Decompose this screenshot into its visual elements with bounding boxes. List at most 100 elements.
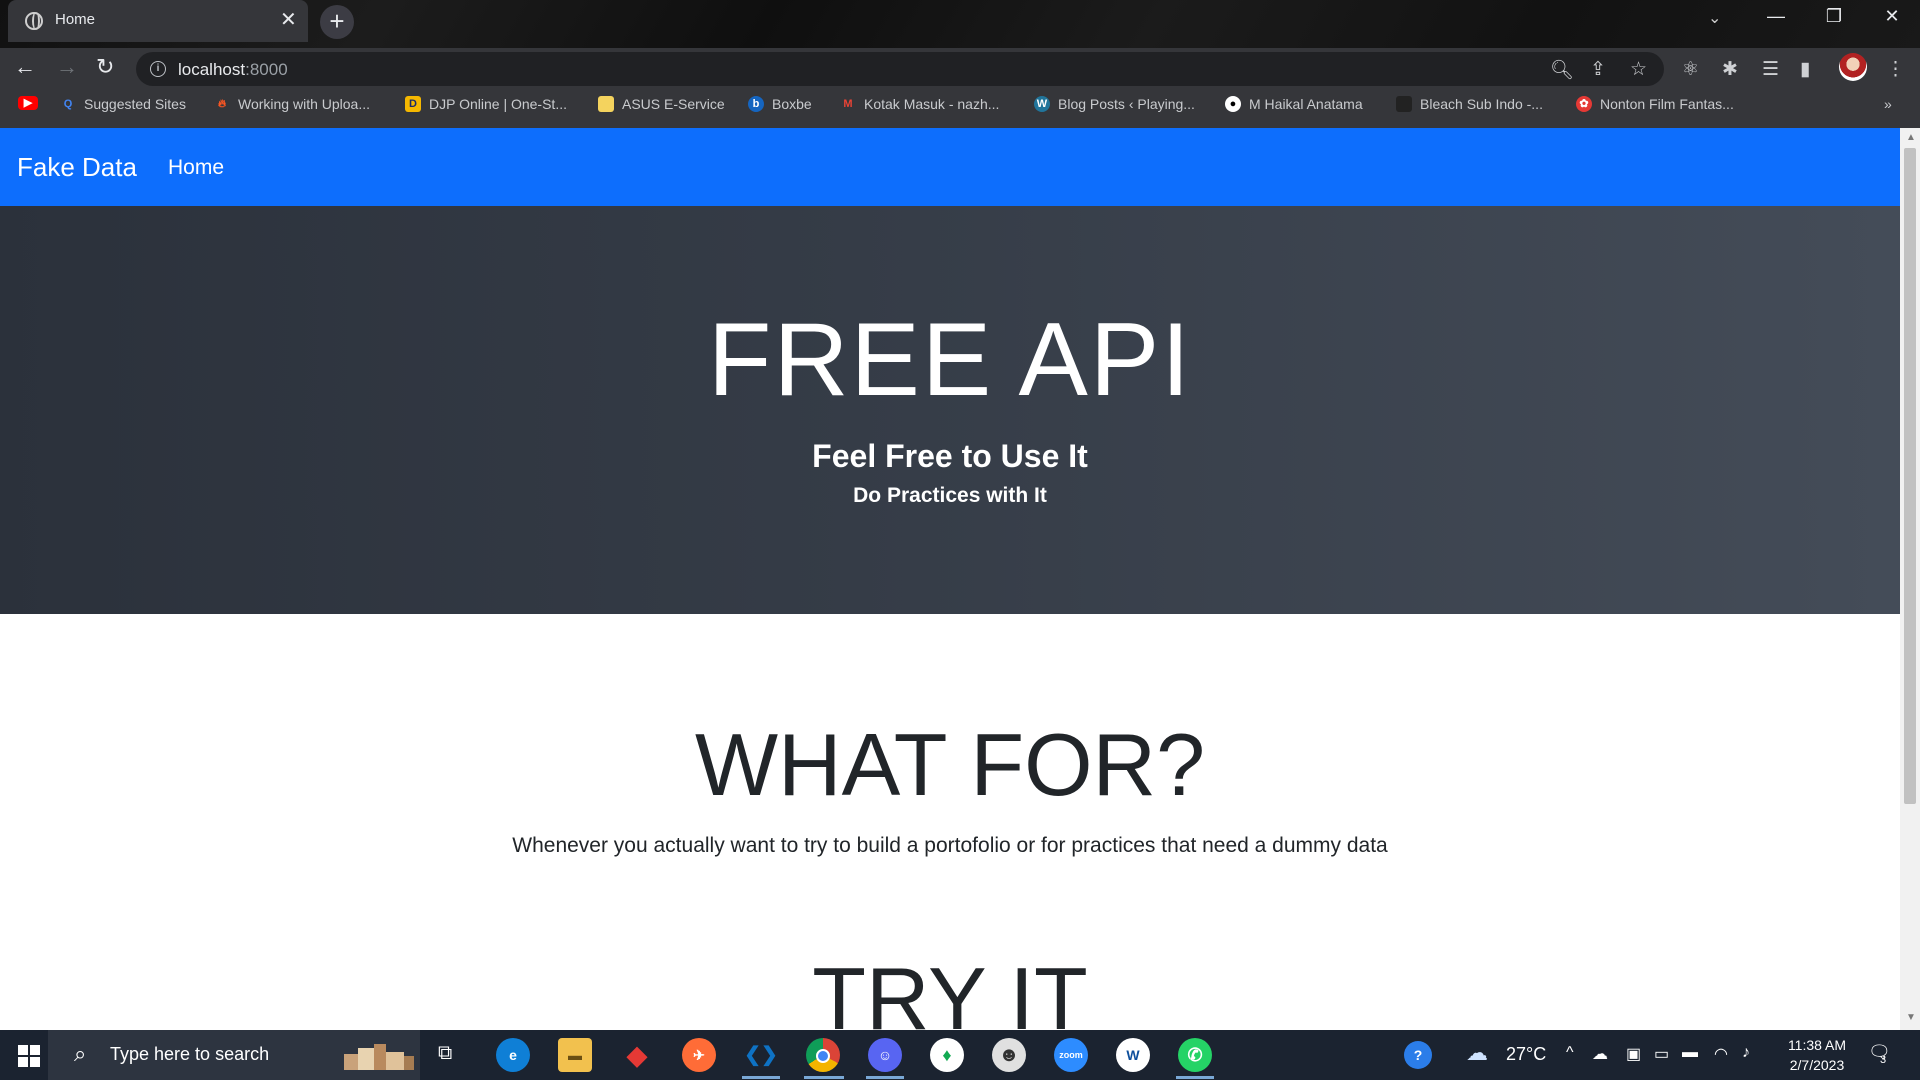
- bookmark-working-with-uploads[interactable]: 🔥︎ Working with Uploa...: [214, 96, 370, 112]
- app-w-icon[interactable]: W: [1116, 1038, 1150, 1072]
- app-avatar-icon[interactable]: ☻: [992, 1038, 1026, 1072]
- tray-chevron-up-icon[interactable]: ^: [1566, 1044, 1574, 1062]
- gmail-icon: M: [843, 98, 853, 110]
- react-devtools-icon[interactable]: ⚛: [1682, 58, 1699, 81]
- scroll-up-arrow-icon[interactable]: ▲: [1906, 132, 1916, 143]
- restore-button[interactable]: ❐: [1814, 6, 1854, 27]
- notifications-count: 3: [1880, 1054, 1887, 1066]
- clock-date: 2/7/2023: [1789, 1057, 1845, 1073]
- postman-icon[interactable]: ✈: [682, 1038, 716, 1072]
- share-icon[interactable]: ⇪: [1590, 58, 1606, 81]
- tab-search-chevron-icon[interactable]: ⌄: [1708, 8, 1721, 28]
- bookmark-bleach[interactable]: Bleach Sub Indo -...: [1396, 96, 1543, 112]
- site-info-icon[interactable]: i: [150, 61, 166, 77]
- bookmark-asus-eservice[interactable]: ASUS E-Service: [598, 96, 725, 112]
- app-red-icon[interactable]: ◆: [620, 1038, 654, 1072]
- bookmark-gmail[interactable]: M Kotak Masuk - nazh...: [840, 96, 999, 112]
- bleach-icon: [1396, 96, 1412, 112]
- extensions-icon[interactable]: ✱: [1722, 58, 1738, 81]
- discord-icon[interactable]: ☺: [868, 1038, 902, 1072]
- zoom-app-icon[interactable]: zoom: [1054, 1038, 1088, 1072]
- chrome-icon[interactable]: [806, 1038, 840, 1072]
- discord-running-indicator: [866, 1076, 904, 1079]
- windows-start-icon[interactable]: [18, 1045, 40, 1067]
- file-explorer-icon[interactable]: ▬: [558, 1038, 592, 1072]
- weather-cloud-icon[interactable]: ☁: [1466, 1040, 1488, 1066]
- tab-close-icon[interactable]: ✕: [280, 10, 297, 30]
- what-for-heading: WHAT FOR?: [694, 715, 1206, 814]
- windows-taskbar: ⌕ Type here to search ⧉ e ▬ ◆ ✈ ❮❯ ☺ ♦ ☻…: [0, 1030, 1920, 1080]
- notifications-icon[interactable]: 🗨︎ 3: [1868, 1042, 1891, 1066]
- mongodb-compass-icon[interactable]: ♦: [930, 1038, 964, 1072]
- bookmark-star-icon[interactable]: ☆: [1630, 58, 1647, 81]
- vscode-running-indicator: [742, 1076, 780, 1079]
- film-icon: ✿: [1576, 96, 1592, 112]
- help-icon[interactable]: ?: [1404, 1041, 1432, 1069]
- bookmarks-overflow-icon[interactable]: »: [1884, 96, 1892, 112]
- search-highlight-icon: [344, 1044, 414, 1070]
- system-clock[interactable]: 11:38 AM 2/7/2023: [1770, 1035, 1864, 1075]
- address-bar[interactable]: i localhost:8000 🔍︎ ⇪ ☆: [136, 52, 1664, 86]
- battery-icon[interactable]: ▬: [1682, 1044, 1698, 1062]
- djp-icon: D: [405, 96, 421, 112]
- bookmarks-bar: ▶ Q Suggested Sites 🔥︎ Working with Uplo…: [0, 92, 1920, 128]
- meet-camera-icon[interactable]: ▣: [1626, 1044, 1641, 1064]
- display-icon[interactable]: ▭: [1654, 1044, 1669, 1064]
- minimize-button[interactable]: —: [1756, 6, 1796, 27]
- youtube-icon: ▶: [18, 96, 38, 110]
- profile-avatar[interactable]: [1839, 53, 1867, 81]
- taskbar-search-placeholder: Type here to search: [110, 1044, 270, 1064]
- chrome-active-indicator: [804, 1076, 844, 1079]
- zoom-icon[interactable]: 🔍︎: [1550, 58, 1574, 82]
- forward-arrow-icon[interactable]: →: [56, 54, 78, 80]
- bookmark-nonton-film[interactable]: ✿ Nonton Film Fantas...: [1576, 96, 1734, 112]
- bookmark-suggested-sites[interactable]: Q Suggested Sites: [60, 96, 186, 112]
- taskbar-search-box[interactable]: ⌕ Type here to search: [48, 1030, 420, 1080]
- wifi-icon[interactable]: ◠: [1714, 1044, 1728, 1064]
- whatsapp-icon[interactable]: ✆: [1178, 1038, 1212, 1072]
- hero-title: FREE API: [707, 302, 1193, 418]
- fire-icon: 🔥︎: [217, 98, 227, 110]
- side-panel-icon[interactable]: ▮: [1800, 58, 1810, 81]
- reload-icon[interactable]: ↻: [96, 54, 114, 80]
- new-tab-button[interactable]: +: [320, 5, 354, 39]
- page-viewport: Fake Data Home FREE API Feel Free to Use…: [0, 128, 1900, 1030]
- hero-section: FREE API Feel Free to Use It Do Practice…: [0, 206, 1900, 614]
- vscode-icon[interactable]: ❮❯: [744, 1038, 778, 1072]
- onedrive-cloud-icon[interactable]: ☁: [1592, 1044, 1608, 1064]
- whatsapp-running-indicator: [1176, 1076, 1214, 1079]
- tab-strip: Home ✕ + ⌄ — ❐ ✕: [0, 0, 1920, 48]
- brand-link[interactable]: Fake Data: [17, 152, 137, 183]
- github-icon: ●: [1225, 96, 1241, 112]
- try-it-heading: TRY IT: [812, 949, 1088, 1030]
- task-view-icon[interactable]: ⧉: [438, 1042, 452, 1065]
- tab-home[interactable]: Home ✕: [8, 0, 308, 42]
- back-arrow-icon[interactable]: ←: [14, 54, 36, 80]
- bookmark-djp-online[interactable]: D DJP Online | One-St...: [405, 96, 567, 112]
- menu-kebab-icon[interactable]: ⋮: [1886, 58, 1905, 81]
- hero-subtitle: Feel Free to Use It: [812, 438, 1088, 474]
- url-text[interactable]: localhost:8000: [178, 60, 288, 80]
- bookmark-blog-posts[interactable]: W Blog Posts ‹ Playing...: [1034, 96, 1195, 112]
- edge-icon[interactable]: e: [496, 1038, 530, 1072]
- folder-icon: [598, 96, 614, 112]
- what-for-text: Whenever you actually want to try to bui…: [512, 834, 1388, 857]
- volume-icon[interactable]: ♪: [1742, 1044, 1750, 1062]
- bookmark-youtube[interactable]: ▶: [18, 96, 38, 110]
- hero-subtitle-secondary: Do Practices with It: [853, 484, 1047, 507]
- bookmark-github[interactable]: ● M Haikal Anatama: [1225, 96, 1363, 112]
- page-scrollbar[interactable]: ▲ ▼: [1900, 128, 1920, 1030]
- weather-temperature[interactable]: 27°C: [1506, 1044, 1546, 1065]
- search-icon: Q: [63, 98, 73, 110]
- scroll-thumb[interactable]: [1904, 148, 1916, 804]
- close-window-button[interactable]: ✕: [1872, 6, 1912, 27]
- nav-home-link[interactable]: Home: [168, 156, 224, 180]
- navbar: Fake Data Home: [0, 128, 1900, 206]
- bookmark-boxbe[interactable]: b Boxbe: [748, 96, 812, 112]
- scroll-down-arrow-icon[interactable]: ▼: [1906, 1012, 1916, 1023]
- reading-list-icon[interactable]: ☰: [1762, 58, 1779, 81]
- globe-icon: [25, 12, 43, 30]
- wordpress-icon: W: [1034, 96, 1050, 112]
- boxbe-icon: b: [748, 96, 764, 112]
- tab-title: Home: [55, 11, 96, 28]
